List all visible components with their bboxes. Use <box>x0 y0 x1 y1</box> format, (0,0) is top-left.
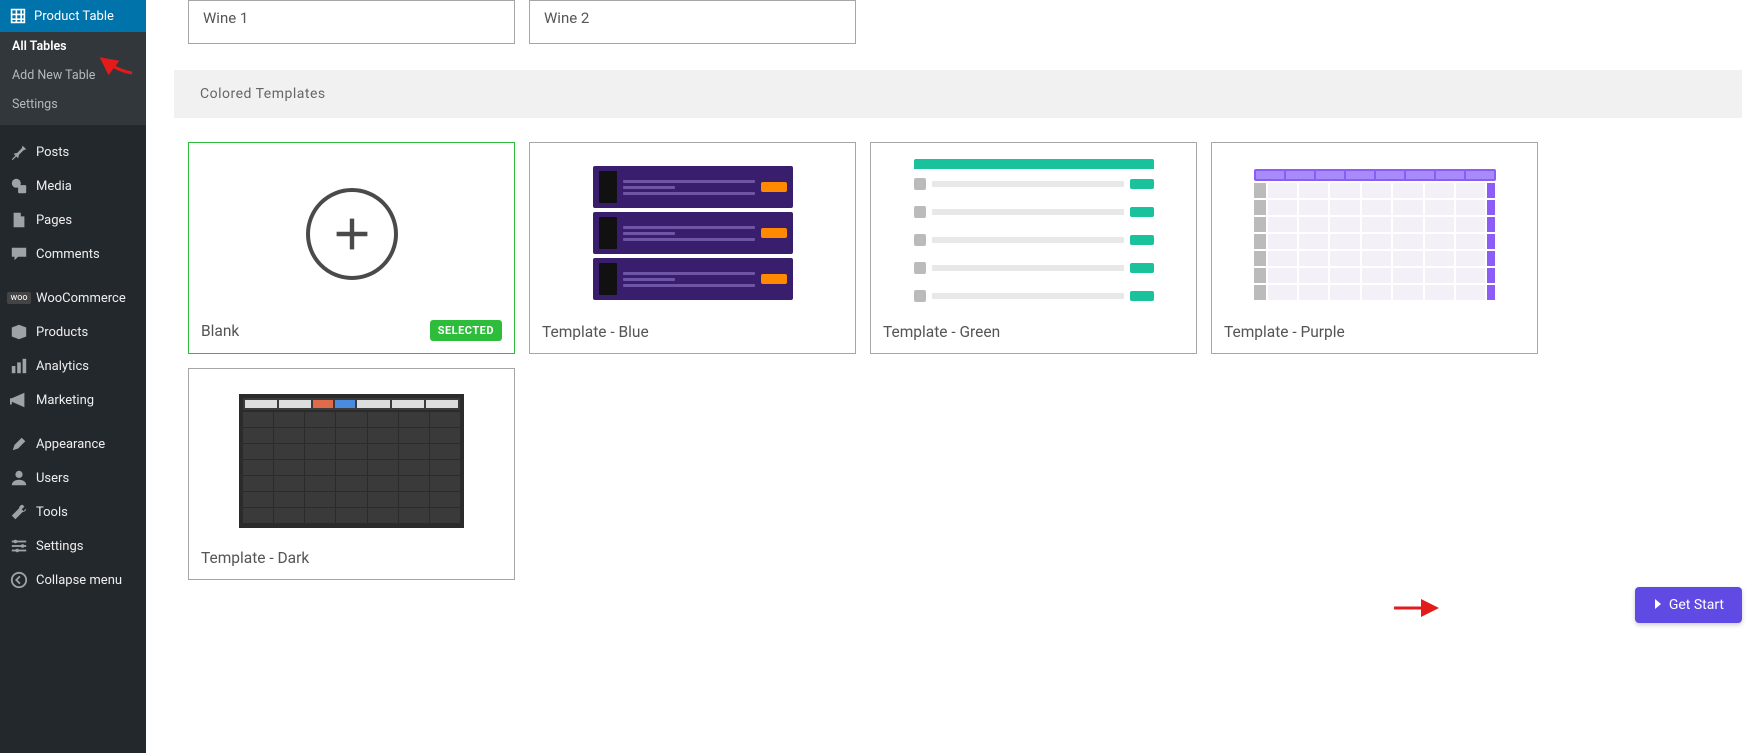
template-preview-green <box>883 155 1184 315</box>
settings-icon <box>10 537 28 555</box>
sidebar-item-appearance[interactable]: Appearance <box>0 427 146 461</box>
sidebar-item-analytics[interactable]: Analytics <box>0 349 146 383</box>
selected-badge: SELECTED <box>430 320 502 341</box>
admin-sidebar: Product Table All Tables Add New Table S… <box>0 0 146 753</box>
sidebar-item-marketing[interactable]: Marketing <box>0 383 146 417</box>
comment-icon <box>10 245 28 263</box>
template-title: Template - Purple <box>1224 323 1345 341</box>
template-card-purple[interactable]: Template - Purple <box>1211 142 1538 354</box>
chevron-right-icon <box>1653 597 1663 613</box>
template-card-green[interactable]: Template - Green <box>870 142 1197 354</box>
plus-icon <box>306 188 398 280</box>
tools-icon <box>10 503 28 521</box>
template-title: Template - Dark <box>201 549 309 567</box>
sidebar-item-collapse[interactable]: Collapse menu <box>0 563 146 597</box>
template-preview-purple <box>1224 155 1525 315</box>
users-icon <box>10 469 28 487</box>
top-cards-row: Wine 1 Wine 2 <box>188 0 1742 44</box>
media-icon <box>10 177 28 195</box>
card-wine-1[interactable]: Wine 1 <box>188 0 515 44</box>
template-grid: Blank SELECTED Template - Blue <box>188 142 1742 580</box>
sidebar-item-pages[interactable]: Pages <box>0 203 146 237</box>
submenu-add-new-table[interactable]: Add New Table <box>0 61 146 90</box>
content-area: Wine 1 Wine 2 Colored Templates Blank SE… <box>146 0 1754 753</box>
woocommerce-icon: woo <box>10 289 28 307</box>
card-wine-2[interactable]: Wine 2 <box>529 0 856 44</box>
section-title: Colored Templates <box>200 86 1716 102</box>
template-title: Template - Blue <box>542 323 649 341</box>
sidebar-item-users[interactable]: Users <box>0 461 146 495</box>
page-icon <box>10 211 28 229</box>
marketing-icon <box>10 391 28 409</box>
products-icon <box>10 323 28 341</box>
sidebar-item-tools[interactable]: Tools <box>0 495 146 529</box>
analytics-icon <box>10 357 28 375</box>
sidebar-active-label: Product Table <box>34 9 114 24</box>
template-preview-blank <box>201 155 502 312</box>
get-start-button[interactable]: Get Start <box>1635 587 1742 623</box>
grid-icon <box>10 8 26 24</box>
submenu-all-tables[interactable]: All Tables <box>0 32 146 61</box>
template-title: Template - Green <box>883 323 1000 341</box>
collapse-icon <box>10 571 28 589</box>
sidebar-submenu: All Tables Add New Table Settings <box>0 32 146 125</box>
section-heading-bar: Colored Templates <box>174 70 1742 118</box>
template-preview-blue <box>542 155 843 315</box>
sidebar-item-comments[interactable]: Comments <box>0 237 146 271</box>
template-card-blue[interactable]: Template - Blue <box>529 142 856 354</box>
sidebar-item-products[interactable]: Products <box>0 315 146 349</box>
template-card-blank[interactable]: Blank SELECTED <box>188 142 515 354</box>
appearance-icon <box>10 435 28 453</box>
template-card-dark[interactable]: Template - Dark <box>188 368 515 580</box>
submenu-settings[interactable]: Settings <box>0 90 146 119</box>
template-preview-dark <box>201 381 502 541</box>
sidebar-item-product-table[interactable]: Product Table <box>0 0 146 32</box>
sidebar-item-settings[interactable]: Settings <box>0 529 146 563</box>
sidebar-item-media[interactable]: Media <box>0 169 146 203</box>
sidebar-item-posts[interactable]: Posts <box>0 135 146 169</box>
sidebar-item-woocommerce[interactable]: woo WooCommerce <box>0 281 146 315</box>
pin-icon <box>10 143 28 161</box>
template-title: Blank <box>201 322 239 340</box>
